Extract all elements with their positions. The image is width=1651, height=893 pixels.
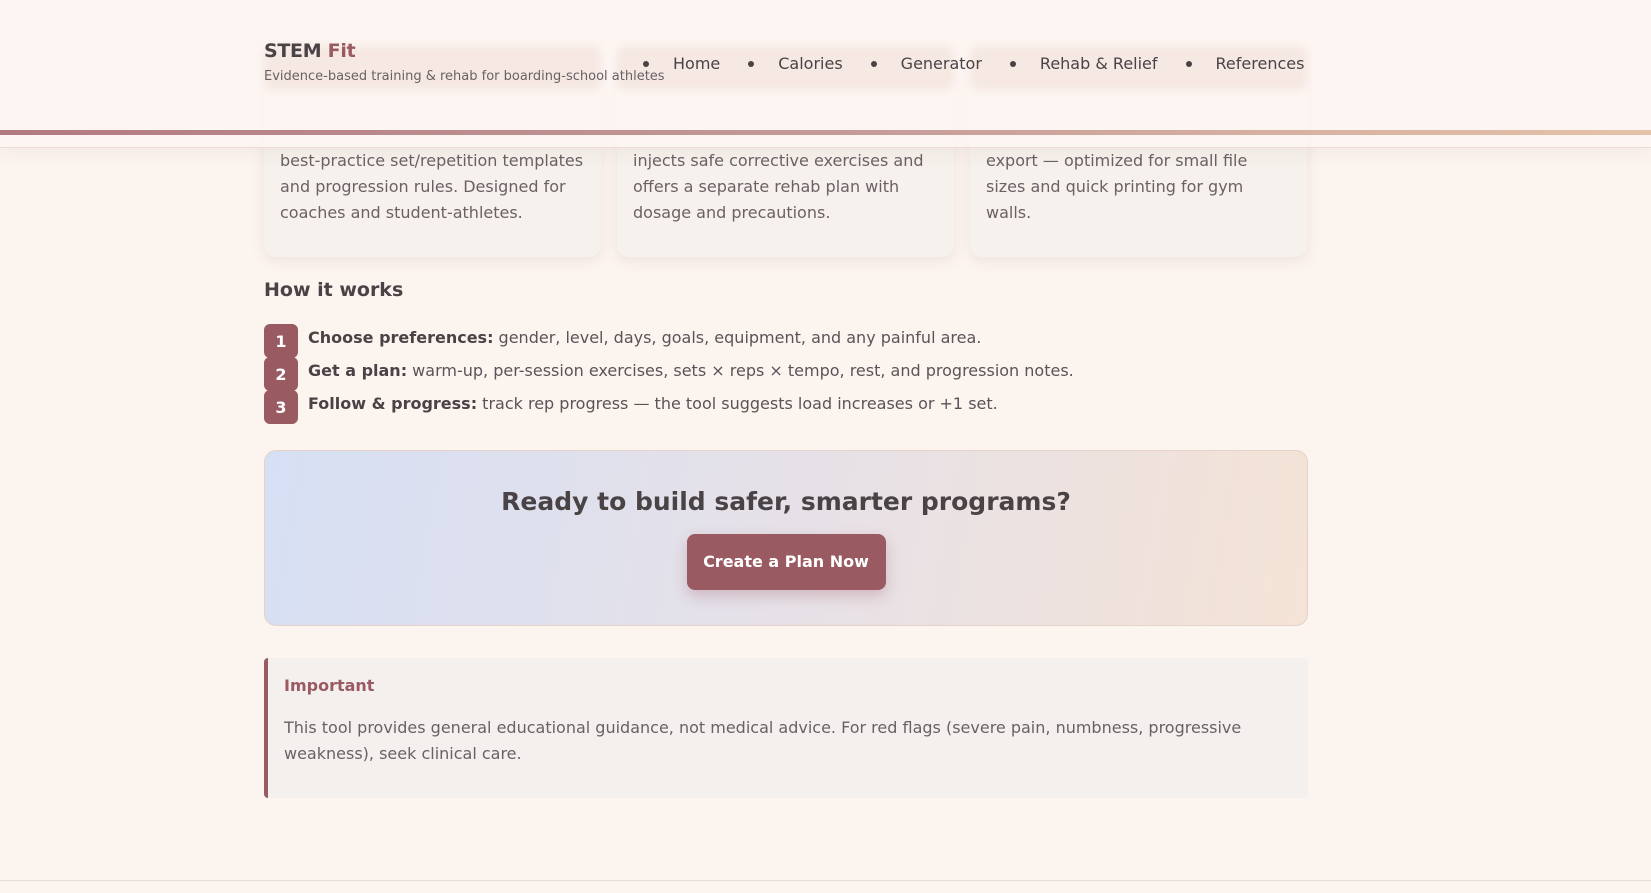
nav-item-label: References [1215,54,1305,73]
how-it-works-steps: 1 Choose preferences: gender, level, day… [264,324,1074,424]
brand-logo[interactable]: STEM Fit [264,40,665,62]
site-header: STEM Fit Evidence-based training & rehab… [0,0,1651,148]
step-number-badge: 1 [264,324,298,358]
step-label: Get a plan: [308,361,408,380]
notice-title: Important [284,676,375,695]
brand-tagline: Evidence-based training & rehab for boar… [264,69,665,84]
step-text: Choose preferences: gender, level, days,… [308,325,981,347]
header-accent-bar [0,130,1651,135]
nav-item-label: Rehab & Relief [1039,54,1158,73]
feature-card-text: injects safe corrective exercises and of… [633,151,924,222]
nav-item-generator[interactable]: Generator [870,54,1010,73]
step-item: 2 Get a plan: warm-up, per-session exerc… [264,357,1074,391]
step-description: track rep progress — the tool suggests l… [477,394,998,413]
nav-item-references[interactable]: References [1185,54,1333,73]
step-number-badge: 3 [264,390,298,424]
bullet-icon [748,60,755,67]
bullet-icon [870,60,877,67]
step-text: Get a plan: warm-up, per-session exercis… [308,358,1074,380]
nav-item-label: Calories [778,54,843,73]
step-item: 3 Follow & progress: track rep progress … [264,390,1074,424]
footer-divider [0,880,1651,881]
step-description: gender, level, days, goals, equipment, a… [493,328,982,347]
nav-item-rehab-relief[interactable]: Rehab & Relief [1009,54,1186,73]
step-number-badge: 2 [264,357,298,391]
brand[interactable]: STEM Fit Evidence-based training & rehab… [264,40,665,84]
bullet-icon [1009,60,1016,67]
feature-card-text: best-practice set/repetition templates a… [280,151,584,222]
step-label: Follow & progress: [308,394,478,413]
step-description: warm-up, per-session exercises, sets × r… [407,361,1074,380]
bullet-icon [643,60,649,67]
nav-item-home[interactable]: Home [643,54,748,73]
nav-item-calories[interactable]: Calories [748,54,870,73]
bullet-icon [1185,60,1192,67]
brand-name-main: STEM [264,40,322,62]
cta-title: Ready to build safer, smarter programs? [501,487,1071,516]
brand-name-accent: Fit [327,40,356,62]
step-item: 1 Choose preferences: gender, level, day… [264,324,1074,358]
notice-text: This tool provides general educational g… [284,718,1242,763]
create-plan-button[interactable]: Create a Plan Now [686,534,886,590]
feature-card-text: export — optimized for small file sizes … [986,151,1248,222]
step-text: Follow & progress: track rep progress — … [308,391,998,413]
step-label: Choose preferences: [308,328,494,347]
important-notice: Important This tool provides general edu… [264,658,1308,798]
cta-banner: Ready to build safer, smarter programs? … [264,450,1308,626]
nav-item-label: Home [673,54,721,73]
nav-item-label: Generator [900,54,982,73]
main-nav: Home Calories Generator Rehab & Relief R… [643,54,1332,73]
how-it-works-heading: How it works [264,279,404,301]
